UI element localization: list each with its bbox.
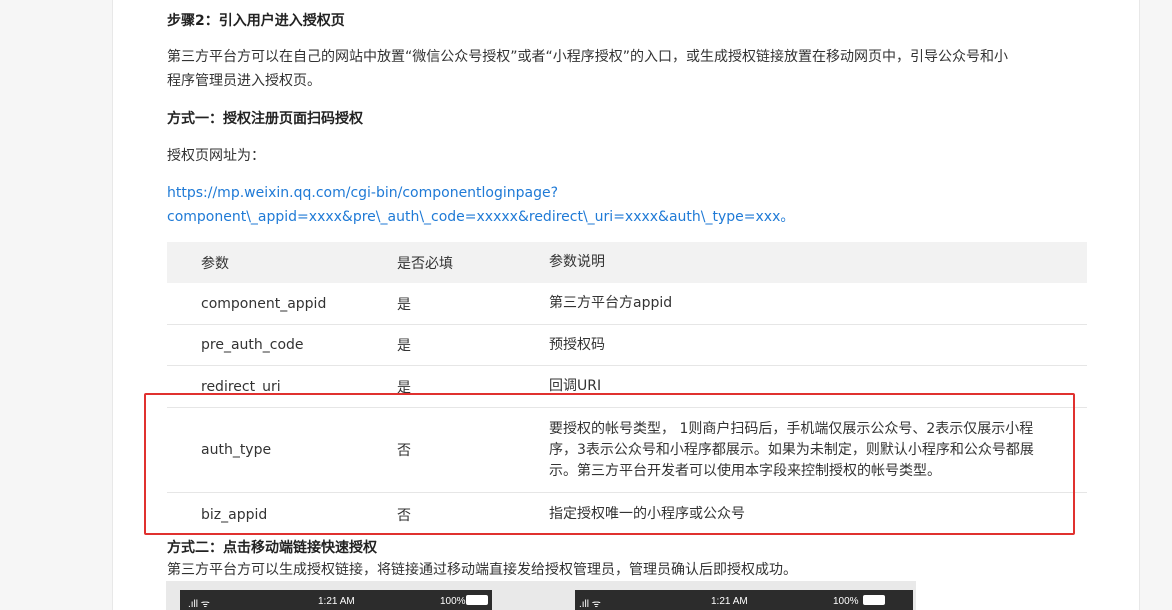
param-description: 第三方平台方appid [549, 295, 673, 311]
step2-desc-line1: 第三方平台方可以在自己的网站中放置“微信公众号授权”或者“小程序授权”的入口，或… [167, 49, 1009, 65]
auth-url-label: 授权页网址为： [167, 148, 265, 164]
param-name: pre_auth_code [201, 337, 304, 353]
header-required: 是否必填 [397, 255, 453, 272]
param-description: 预授权码 [549, 336, 605, 353]
table-row: auth_type 否 要授权的帐号类型， 1则商户扫码后，手机端仅展示公众号、… [167, 408, 1087, 493]
status-time: 1:21 AM [711, 596, 748, 607]
method2-heading: 方式二：点击移动端链接快速授权 [167, 540, 377, 556]
param-name: redirect_uri [201, 378, 281, 395]
signal-icon: .ıll ᯤ [579, 599, 601, 610]
param-description: 要授权的帐号类型， 1则商户扫码后，手机端仅展示公众号、2表示仅展示小程序，3表… [549, 420, 1034, 479]
param-required: 否 [397, 507, 411, 524]
param-description: 回调URI [549, 378, 602, 394]
table-row: pre_auth_code 是 预授权码 [167, 325, 1087, 366]
table-row: redirect_uri 是 回调URI [167, 366, 1087, 408]
phone-screenshot-1: .ıll ᯤ 1:21 AM 100% [180, 590, 492, 610]
battery-icon [466, 595, 488, 605]
auth-url-line1: https://mp.weixin.qq.com/cgi-bin/compone… [167, 185, 559, 201]
table-header-row: 参数 是否必填 参数说明 [167, 242, 1087, 283]
param-required: 是 [397, 338, 411, 354]
method2-description: 第三方平台方可以生成授权链接，将链接通过移动端直接发给授权管理员，管理员确认后即… [167, 562, 797, 578]
status-time: 1:21 AM [318, 596, 355, 607]
param-description: 指定授权唯一的小程序或公众号 [549, 506, 745, 522]
battery-icon [863, 595, 885, 605]
table-row: biz_appid 否 指定授权唯一的小程序或公众号 [167, 493, 1087, 536]
table-row: component_appid 是 第三方平台方appid [167, 283, 1087, 325]
param-name: auth_type [201, 442, 272, 458]
param-required: 是 [397, 379, 411, 396]
header-description: 参数说明 [549, 254, 605, 270]
param-required: 否 [397, 443, 411, 459]
param-required: 是 [397, 296, 411, 313]
auth-page-link[interactable]: https://mp.weixin.qq.com/cgi-bin/compone… [167, 181, 1087, 229]
article-card: 步骤2：引入用户进入授权页 第三方平台方可以在自己的网站中放置“微信公众号授权”… [112, 0, 1140, 610]
step2-heading: 步骤2：引入用户进入授权页 [167, 13, 345, 29]
param-name: component_appid [201, 295, 327, 312]
method1-heading: 方式一：授权注册页面扫码授权 [167, 111, 363, 127]
phone-screenshot-2: .ıll ᯤ 1:21 AM 100% [575, 590, 913, 610]
step2-description: 第三方平台方可以在自己的网站中放置“微信公众号授权”或者“小程序授权”的入口，或… [167, 45, 1087, 93]
status-battery-text: 100% [440, 596, 466, 607]
header-param: 参数 [201, 255, 229, 272]
param-name: biz_appid [201, 506, 268, 523]
status-battery-text: 100% [833, 596, 859, 607]
auth-url-line2: component\_appid=xxxx&pre\_auth\_code=xx… [167, 209, 795, 225]
signal-icon: .ıll ᯤ [188, 599, 210, 610]
step2-desc-line2: 程序管理员进入授权页。 [167, 73, 321, 89]
